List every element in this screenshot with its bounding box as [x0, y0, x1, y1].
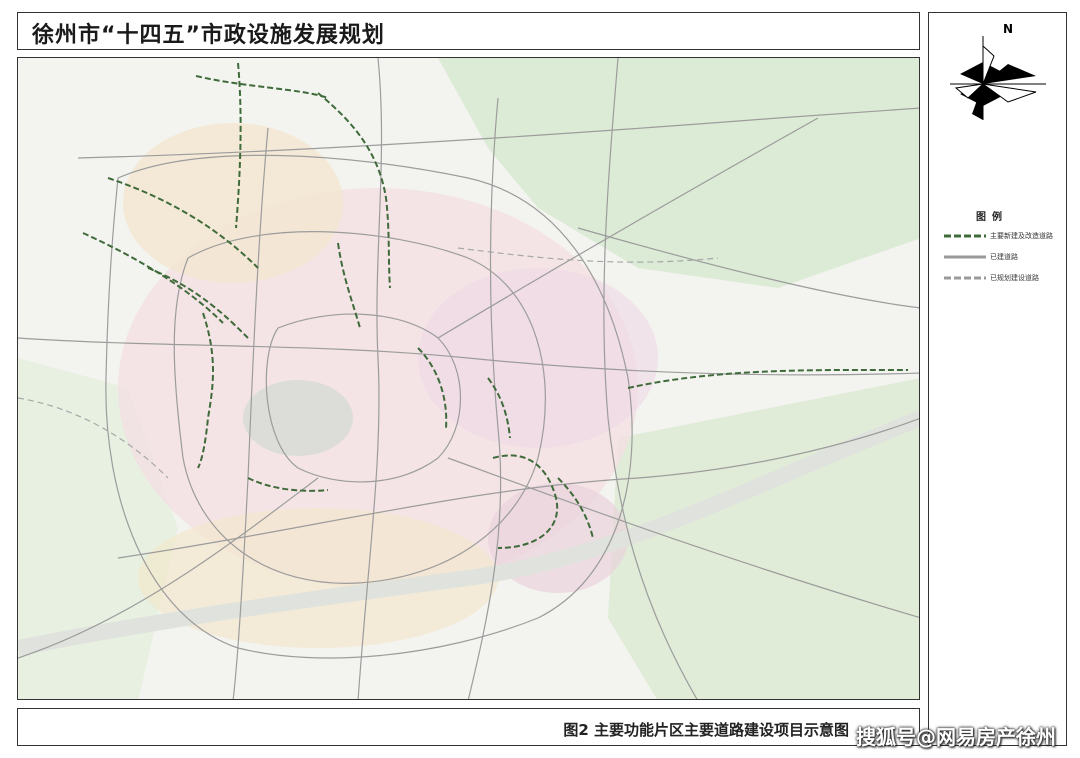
figure-caption: 图2 主要功能片区主要道路建设项目示意图	[563, 721, 849, 739]
legend-label-new-road: 主要新建及改造道路	[990, 232, 1053, 240]
legend-title: 图例	[976, 212, 1008, 223]
new-road-swatch	[944, 234, 986, 238]
land-use-layer	[18, 58, 919, 699]
urban-east	[418, 268, 658, 448]
title-frame: 徐州市“十四五”市政设施发展规划	[17, 12, 920, 50]
page-title: 徐州市“十四五”市政设施发展规划	[32, 23, 385, 48]
planned-road-swatch	[944, 276, 986, 280]
legend-label-built-road: 已建道路	[990, 253, 1018, 261]
map-panel[interactable]	[17, 57, 920, 700]
legend-item-planned-road: 已规划建设道路	[944, 273, 1059, 285]
compass-rose-icon	[950, 36, 1046, 120]
legend-item-built-road: 已建道路	[944, 252, 1059, 264]
road-plan-map[interactable]	[18, 58, 920, 700]
legend-label-planned-road: 已规划建设道路	[990, 274, 1039, 282]
built-road-swatch	[944, 255, 986, 259]
legend-item-new-road: 主要新建及改造道路	[944, 231, 1059, 243]
urban-north	[123, 123, 343, 283]
caption-frame: 图2 主要功能片区主要道路建设项目示意图	[17, 708, 920, 746]
watermark: 搜狐号@网易房产徐州	[856, 725, 1056, 749]
lake-yunlong	[243, 380, 353, 456]
north-label: N	[1003, 22, 1014, 36]
